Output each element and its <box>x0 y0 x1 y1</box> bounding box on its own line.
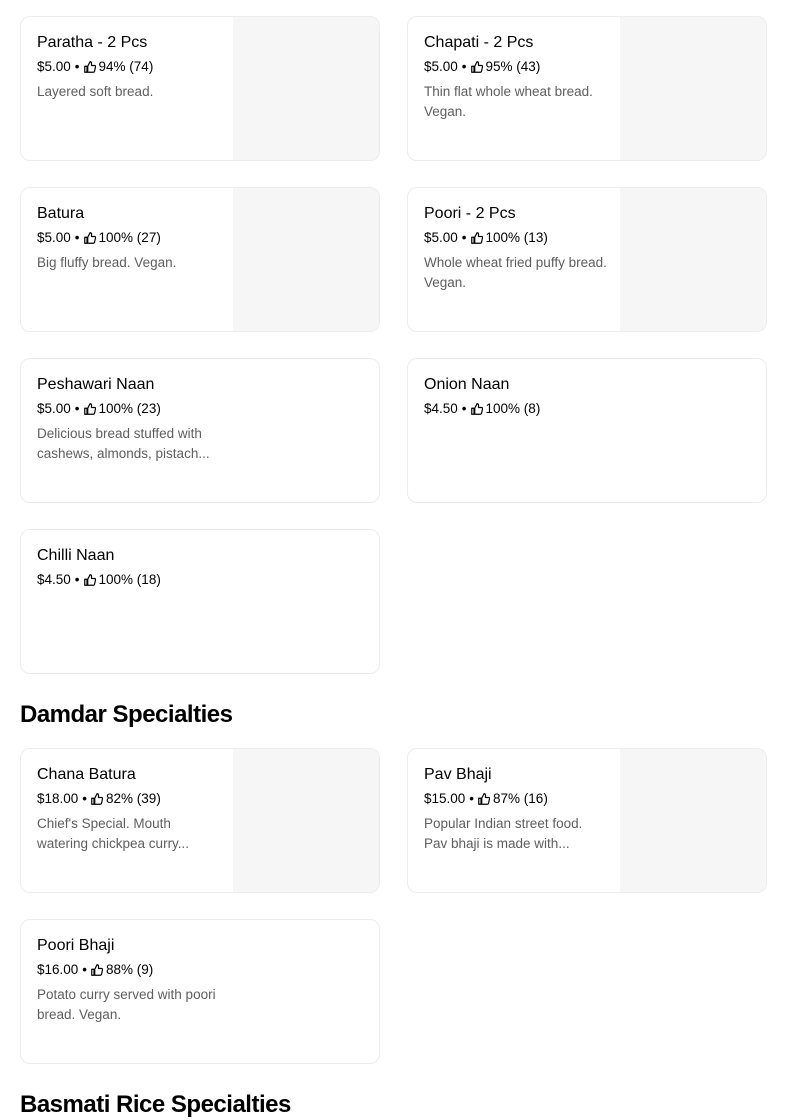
separator-dot: • <box>74 572 80 587</box>
menu-item-rating: 100% (8) <box>485 401 541 416</box>
section-title: Damdar Specialties <box>20 701 233 728</box>
menu-item-description: Thin flat whole wheat bread. Vegan. <box>424 84 593 119</box>
menu-item-name: Chapati - 2 Pcs <box>424 34 534 51</box>
menu-item-rating: 100% (13) <box>485 230 548 245</box>
menu-item-name: Batura <box>37 205 85 222</box>
menu-item-image <box>620 188 766 331</box>
separator-dot: • <box>82 791 88 806</box>
menu-item-rating: 82% (39) <box>106 791 161 806</box>
menu-item-image <box>620 17 766 160</box>
menu-item-rating: 100% (18) <box>98 572 161 587</box>
menu-item-price: $18.00 <box>37 791 79 806</box>
menu-item-card[interactable]: Chapati - 2 Pcs $5.00 • 95% (43) Thin fl… <box>407 16 767 161</box>
menu-item-image <box>233 749 379 892</box>
menu-item-rating: 87% (16) <box>493 791 548 806</box>
separator-dot: • <box>74 230 80 245</box>
menu-item-rating: 100% (27) <box>98 230 161 245</box>
menu-item-card[interactable]: Chana Batura $18.00 • 82% (39) Chief's S… <box>20 748 380 893</box>
separator-dot: • <box>461 230 467 245</box>
menu-item-price: $5.00 <box>37 230 71 245</box>
menu-item-meta: $15.00 • 87% (16) <box>424 790 548 808</box>
separator-dot: • <box>469 791 475 806</box>
menu-item-meta: $18.00 • 82% (39) <box>37 790 161 808</box>
menu-item-price: $4.50 <box>37 572 71 587</box>
menu-item-price: $16.00 <box>37 962 79 977</box>
menu-item-name: Chilli Naan <box>37 547 115 564</box>
menu-item-image <box>233 17 379 160</box>
menu-item-name: Chana Batura <box>37 766 136 783</box>
thumbs-up-icon <box>83 61 96 73</box>
menu-item-meta: $5.00 • 94% (74) <box>37 58 153 76</box>
thumbs-up-icon <box>470 61 483 73</box>
menu-item-card[interactable]: Chilli Naan $4.50 • 100% (18) <box>20 529 380 674</box>
thumbs-up-icon <box>83 403 96 415</box>
separator-dot: • <box>74 59 80 74</box>
thumbs-up-icon <box>83 232 96 244</box>
thumbs-up-icon <box>91 964 104 976</box>
menu-item-meta: $5.00 • 100% (13) <box>424 229 548 247</box>
menu-item-name: Onion Naan <box>424 376 510 393</box>
thumbs-up-icon <box>470 403 483 415</box>
menu-item-description: Potato curry served with poori bread. Ve… <box>37 987 216 1022</box>
menu-item-description: Layered soft bread. <box>37 84 154 99</box>
thumbs-up-icon <box>478 793 491 805</box>
menu-item-price: $5.00 <box>424 230 458 245</box>
menu-item-rating: 88% (9) <box>106 962 154 977</box>
menu-item-description: Big fluffy bread. Vegan. <box>37 255 177 270</box>
menu-item-card[interactable]: Poori Bhaji $16.00 • 88% (9) Potato curr… <box>20 919 380 1064</box>
menu-item-card[interactable]: Batura $5.00 • 100% (27) Big fluffy brea… <box>20 187 380 332</box>
menu-item-name: Poori - 2 Pcs <box>424 205 516 222</box>
thumbs-up-icon <box>83 574 96 586</box>
menu-item-meta: $5.00 • 100% (27) <box>37 229 161 247</box>
menu-item-price: $5.00 <box>37 401 71 416</box>
menu-item-name: Paratha - 2 Pcs <box>37 34 148 51</box>
menu-item-rating: 100% (23) <box>98 401 161 416</box>
menu-item-meta: $5.00 • 100% (23) <box>37 400 161 418</box>
menu-item-meta: $4.50 • 100% (18) <box>37 571 161 589</box>
separator-dot: • <box>82 962 88 977</box>
separator-dot: • <box>461 59 467 74</box>
menu-item-price: $15.00 <box>424 791 466 806</box>
menu-item-price: $5.00 <box>37 59 71 74</box>
menu-item-rating: 95% (43) <box>485 59 541 74</box>
menu-item-image <box>233 188 379 331</box>
menu-item-price: $4.50 <box>424 401 458 416</box>
menu-item-meta: $4.50 • 100% (8) <box>424 400 540 418</box>
section-title: Basmati Rice Specialties <box>20 1091 291 1118</box>
menu-item-name: Pav Bhaji <box>424 766 492 783</box>
menu-item-card[interactable]: Pav Bhaji $15.00 • 87% (16) Popular Indi… <box>407 748 767 893</box>
menu-item-description: Chief's Special. Mouth watering chickpea… <box>37 816 190 851</box>
menu-item-description: Whole wheat fried puffy bread. Vegan. <box>424 255 607 290</box>
thumbs-up-icon <box>470 232 483 244</box>
menu-item-description: Delicious bread stuffed with cashews, al… <box>37 426 210 461</box>
menu-item-meta: $16.00 • 88% (9) <box>37 961 153 979</box>
menu-item-card[interactable]: Onion Naan $4.50 • 100% (8) <box>407 358 767 503</box>
menu-item-card[interactable]: Peshawari Naan $5.00 • 100% (23) Delicio… <box>20 358 380 503</box>
menu-item-card[interactable]: Paratha - 2 Pcs $5.00 • 94% (74) Layered… <box>20 16 380 161</box>
menu-item-meta: $5.00 • 95% (43) <box>424 58 540 76</box>
thumbs-up-icon <box>91 793 104 805</box>
menu-item-name: Poori Bhaji <box>37 937 115 954</box>
menu-item-price: $5.00 <box>424 59 458 74</box>
menu-item-card[interactable]: Poori - 2 Pcs $5.00 • 100% (13) Whole wh… <box>407 187 767 332</box>
menu-item-name: Peshawari Naan <box>37 376 155 393</box>
separator-dot: • <box>74 401 80 416</box>
separator-dot: • <box>461 401 467 416</box>
menu-item-rating: 94% (74) <box>98 59 154 74</box>
menu-item-image <box>620 749 766 892</box>
menu-item-description: Popular Indian street food. Pav bhaji is… <box>424 816 583 851</box>
